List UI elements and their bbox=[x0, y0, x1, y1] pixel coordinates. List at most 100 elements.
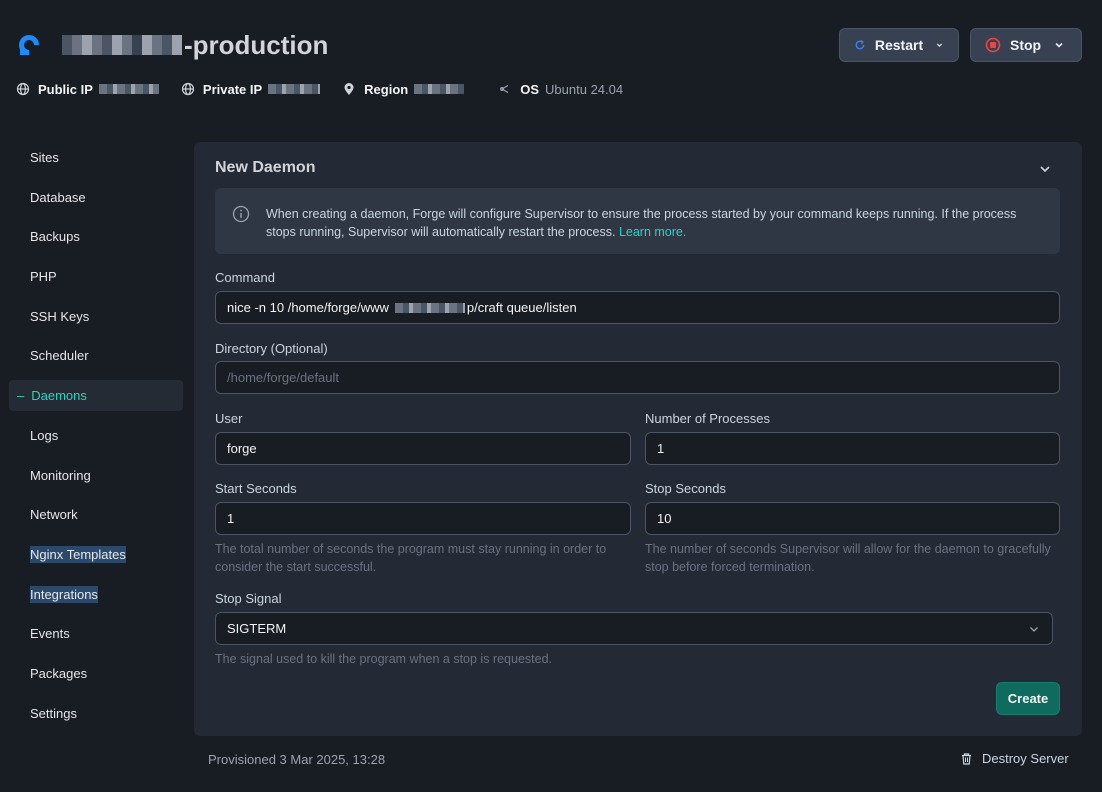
user-value: forge bbox=[227, 441, 257, 456]
chevron-down-icon bbox=[1030, 627, 1038, 632]
new-daemon-card: New Daemon When creating a daemon, Forge… bbox=[194, 142, 1082, 736]
sidebar-item-integrations[interactable]: Integrations bbox=[9, 579, 183, 610]
destroy-server-label: Destroy Server bbox=[982, 751, 1069, 766]
sidebar-item-label: Database bbox=[30, 189, 86, 205]
ubuntu-icon bbox=[500, 84, 509, 94]
globe-icon bbox=[16, 82, 30, 96]
card-title: New Daemon bbox=[215, 159, 316, 176]
server-meta: Public IP Private IP Region OS Ubuntu 24… bbox=[16, 80, 645, 98]
active-indicator-icon: – bbox=[17, 388, 25, 404]
sidebar-item-monitoring[interactable]: Monitoring bbox=[9, 460, 183, 491]
stop-label: Stop bbox=[1010, 37, 1042, 53]
page: -production Restart Stop Public IP Priva… bbox=[0, 0, 1102, 792]
start-seconds-help: The total number of seconds the program … bbox=[215, 542, 607, 574]
processes-value: 1 bbox=[657, 441, 665, 456]
redacted-private-ip bbox=[268, 84, 321, 94]
globe-icon bbox=[181, 82, 195, 96]
directory-input[interactable]: /home/forge/default bbox=[215, 361, 1060, 394]
redacted-text bbox=[62, 35, 182, 55]
private-ip: Private IP bbox=[181, 81, 321, 97]
command-input[interactable]: nice -n 10 /home/forge/www p/craft queue… bbox=[215, 291, 1060, 324]
os-label: OS bbox=[520, 81, 540, 97]
sidebar-item-label: Network bbox=[30, 507, 78, 523]
sidebar-item-label: Sites bbox=[30, 150, 59, 165]
sidebar-item-label: Packages bbox=[30, 665, 88, 681]
sidebar-item-label: Backups bbox=[30, 229, 80, 245]
server-name: -production bbox=[62, 28, 328, 62]
chevron-down-icon[interactable] bbox=[1038, 162, 1052, 176]
sidebar-item-packages[interactable]: Packages bbox=[9, 658, 183, 689]
sidebar-item-label: Daemons bbox=[31, 388, 87, 404]
provisioned-text: Provisioned 3 Mar 2025, 13:28 bbox=[208, 752, 386, 767]
sidebar-item-label: Scheduler bbox=[30, 348, 89, 364]
stop-seconds-label: Stop Seconds bbox=[645, 481, 726, 496]
stop-circle-icon bbox=[985, 37, 1001, 53]
sidebar-item-nginx-templates[interactable]: Nginx Templates bbox=[9, 539, 183, 570]
stop-seconds-input[interactable]: 10 bbox=[645, 502, 1060, 535]
sidebar-item-label: Logs bbox=[30, 427, 59, 443]
start-seconds-value: 1 bbox=[227, 511, 235, 526]
digitalocean-logo-icon bbox=[19, 35, 39, 55]
private-ip-label: Private IP bbox=[202, 81, 263, 97]
chevron-down-icon bbox=[1055, 42, 1063, 48]
stop-button[interactable]: Stop bbox=[970, 28, 1082, 62]
sidebar-item-ssh-keys[interactable]: SSH Keys bbox=[9, 301, 183, 332]
stop-signal-label: Stop Signal bbox=[215, 591, 282, 606]
server-name-suffix: -production bbox=[184, 29, 329, 60]
info-icon bbox=[232, 205, 250, 223]
stop-seconds-help: The number of seconds Supervisor will al… bbox=[645, 542, 1051, 574]
create-button[interactable]: Create bbox=[996, 682, 1060, 715]
sidebar-item-label: SSH Keys bbox=[30, 308, 90, 324]
user-label: User bbox=[215, 411, 243, 426]
public-ip: Public IP bbox=[16, 82, 159, 97]
directory-placeholder: /home/forge/default bbox=[227, 370, 340, 385]
sidebar-item-network[interactable]: Network bbox=[9, 499, 183, 530]
refresh-icon bbox=[855, 39, 865, 50]
sidebar-item-logs[interactable]: Logs bbox=[9, 420, 183, 451]
stop-signal-value: SIGTERM bbox=[227, 621, 287, 636]
sidebar-item-label: PHP bbox=[30, 269, 57, 285]
processes-label: Number of Processes bbox=[645, 411, 770, 426]
redacted-public-ip bbox=[98, 84, 159, 94]
directory-label: Directory (Optional) bbox=[215, 341, 328, 356]
destroy-server-button[interactable]: Destroy Server bbox=[960, 751, 1069, 766]
restart-button[interactable]: Restart bbox=[839, 28, 959, 62]
sidebar-item-label: Events bbox=[30, 626, 70, 642]
sidebar-item-label: Monitoring bbox=[30, 467, 91, 483]
sidebar-item-daemons[interactable]: – Daemons bbox=[9, 380, 183, 412]
os-value: Ubuntu 24.04 bbox=[545, 81, 624, 97]
stop-signal-help: The signal used to kill the program when… bbox=[215, 652, 552, 666]
sidebar-item-events[interactable]: Events bbox=[9, 618, 183, 649]
redacted-command bbox=[394, 302, 465, 313]
map-pin-icon bbox=[344, 83, 354, 95]
sidebar-item-settings[interactable]: Settings bbox=[9, 698, 183, 729]
command-label: Command bbox=[215, 270, 275, 285]
region: Region bbox=[342, 81, 465, 97]
trash-icon bbox=[962, 753, 971, 765]
command-prefix: nice -n 10 /home/forge/www bbox=[227, 300, 389, 315]
restart-label: Restart bbox=[874, 37, 924, 53]
start-seconds-label: Start Seconds bbox=[215, 481, 297, 496]
sidebar: Sites Database Backups PHP SSH Keys Sche… bbox=[9, 142, 183, 737]
sidebar-item-label: Settings bbox=[30, 705, 77, 721]
learn-more-link[interactable]: Learn more. bbox=[619, 225, 686, 239]
start-seconds-input[interactable]: 1 bbox=[215, 502, 631, 535]
sidebar-item-backups[interactable]: Backups bbox=[9, 221, 183, 252]
redacted-region bbox=[414, 84, 465, 94]
command-suffix: p/craft queue/listen bbox=[466, 300, 577, 315]
sidebar-item-php[interactable]: PHP bbox=[9, 261, 183, 292]
os: OS Ubuntu 24.04 bbox=[498, 82, 623, 97]
stop-signal-select[interactable]: SIGTERM bbox=[215, 612, 1053, 645]
sidebar-item-sites[interactable]: Sites bbox=[9, 142, 183, 173]
sidebar-item-scheduler[interactable]: Scheduler bbox=[9, 340, 183, 371]
sidebar-item-label: Nginx Templates bbox=[30, 545, 126, 563]
processes-input[interactable]: 1 bbox=[645, 432, 1060, 465]
info-alert: When creating a daemon, Forge will confi… bbox=[215, 188, 1060, 254]
chevron-down-icon bbox=[936, 43, 943, 47]
stop-seconds-value: 10 bbox=[657, 511, 672, 526]
sidebar-item-label: Integrations bbox=[30, 585, 98, 603]
public-ip-label: Public IP bbox=[38, 81, 93, 97]
user-input[interactable]: forge bbox=[215, 432, 631, 465]
sidebar-item-database[interactable]: Database bbox=[9, 182, 183, 213]
region-label: Region bbox=[364, 81, 409, 97]
